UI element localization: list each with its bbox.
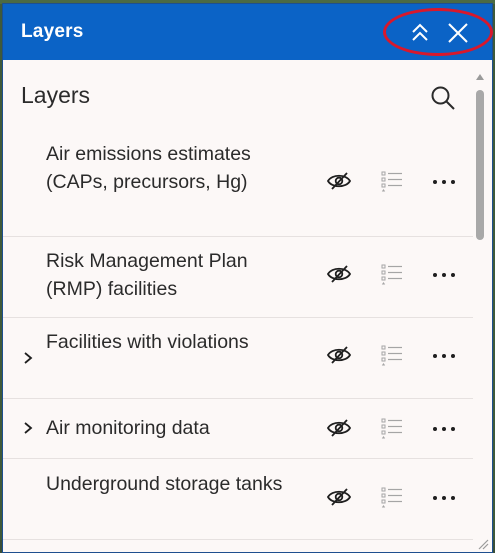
eye-off-icon	[326, 346, 352, 364]
legend-icon	[379, 342, 405, 368]
close-icon	[448, 23, 468, 43]
search-icon	[431, 86, 455, 110]
legend-icon	[379, 484, 405, 510]
visibility-toggle[interactable]	[325, 260, 353, 288]
panel-header-title: Layers	[21, 21, 84, 42]
chevrons-up-icon	[412, 23, 428, 41]
layer-title: Air monitoring data	[46, 417, 210, 439]
layer-title: Underground storage tanks	[46, 473, 283, 495]
layer-item-air-emissions[interactable]: Air emissions estimates (CAPs, precursor…	[3, 133, 473, 237]
scrollbar[interactable]	[473, 72, 487, 550]
chevron-right-icon[interactable]	[21, 351, 35, 365]
layer-title: Risk Management Plan (RMP) facilities	[46, 250, 248, 300]
chevron-right-icon[interactable]	[21, 421, 35, 435]
layer-title: Air emissions estimates (CAPs, precursor…	[46, 143, 251, 193]
more-options-button[interactable]	[429, 261, 459, 289]
search-button[interactable]	[427, 82, 459, 114]
panel-header: Layers	[3, 4, 493, 60]
close-button[interactable]	[439, 14, 477, 52]
layer-item-facilities-with-violations[interactable]: Facilities with violations	[3, 317, 473, 399]
visibility-toggle[interactable]	[325, 341, 353, 369]
scroll-up-arrow-icon[interactable]	[475, 72, 485, 82]
eye-off-icon	[326, 172, 352, 190]
visibility-toggle[interactable]	[325, 167, 353, 195]
resize-grip-icon[interactable]	[475, 536, 489, 550]
layer-item-rmp-facilities[interactable]: Risk Management Plan (RMP) facilities	[3, 236, 473, 318]
eye-off-icon	[326, 265, 352, 283]
more-options-button[interactable]	[429, 342, 459, 370]
more-options-button[interactable]	[429, 168, 459, 196]
more-options-button[interactable]	[429, 484, 459, 512]
collapse-button[interactable]	[403, 16, 437, 50]
legend-icon	[379, 261, 405, 287]
visibility-toggle[interactable]	[325, 414, 353, 442]
layer-title: Facilities with violations	[46, 331, 249, 353]
layers-panel: Layers Layers Air emissions estimates (C…	[2, 3, 493, 553]
legend-icon	[379, 415, 405, 441]
layer-list-heading: Layers	[21, 82, 91, 108]
layer-item-air-monitoring[interactable]: Air monitoring data	[3, 398, 473, 459]
panel-content: Layers Air emissions estimates (CAPs, pr…	[3, 60, 492, 552]
eye-off-icon	[326, 488, 352, 506]
legend-icon	[379, 168, 405, 194]
layer-item-underground-storage-tanks[interactable]: Underground storage tanks	[3, 458, 473, 540]
scrollbar-thumb[interactable]	[476, 90, 484, 240]
eye-off-icon	[326, 419, 352, 437]
more-options-button[interactable]	[429, 415, 459, 443]
visibility-toggle[interactable]	[325, 483, 353, 511]
